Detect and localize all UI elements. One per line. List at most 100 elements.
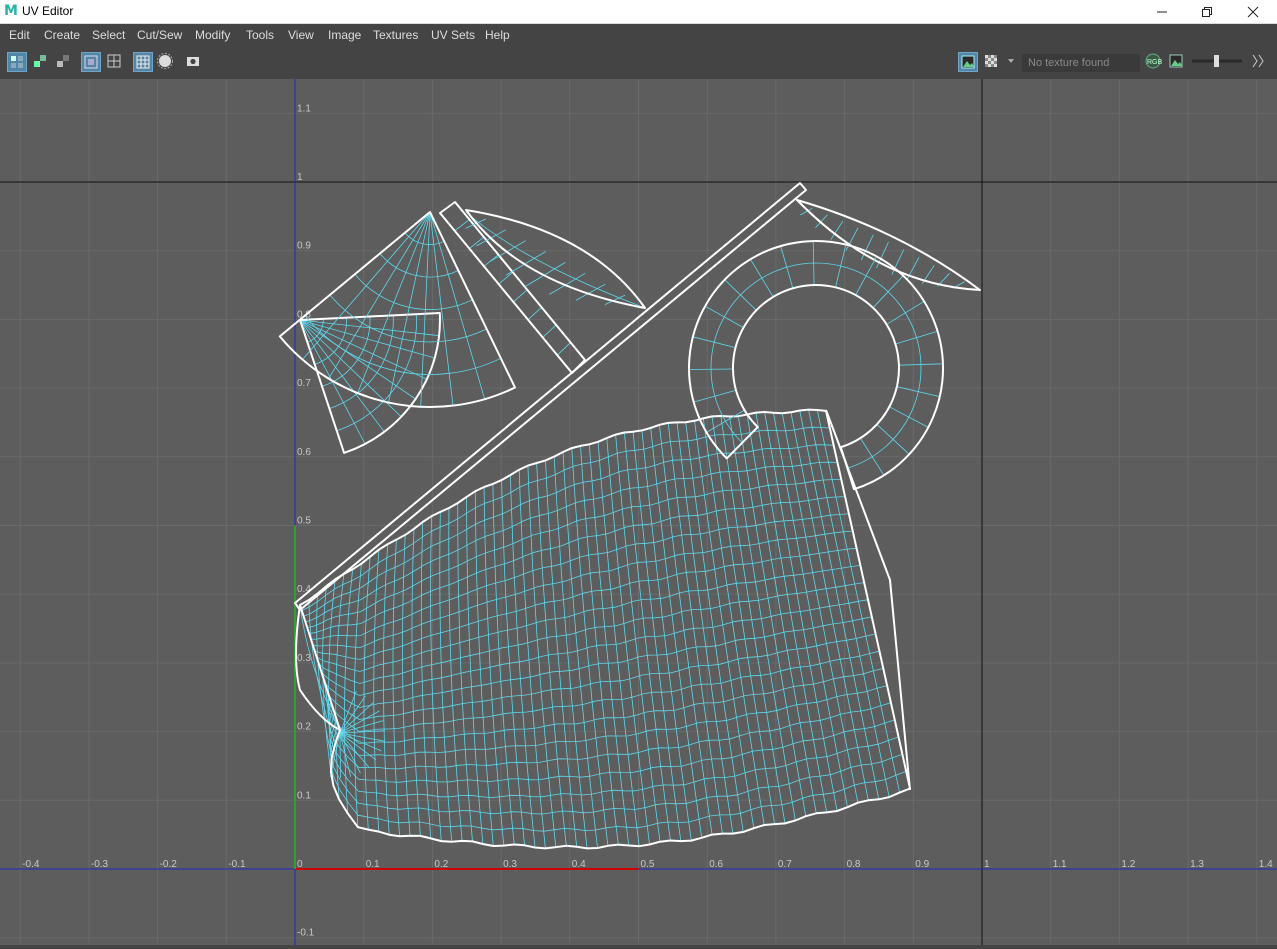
u-tick-label: 1.2 — [1121, 859, 1135, 870]
v-tick-label: 0.2 — [297, 722, 311, 733]
menu-textures[interactable]: Textures — [373, 28, 418, 42]
uv-edge — [429, 211, 486, 400]
u-tick-label: 1.4 — [1259, 859, 1273, 870]
uv-edge — [299, 319, 440, 337]
uv-edge — [328, 211, 431, 379]
uv-stack-icon — [57, 55, 69, 67]
v-tick-label: 0.7 — [297, 378, 311, 389]
shaded-toggle-button[interactable] — [156, 52, 176, 72]
uv-edge — [327, 685, 888, 756]
menu-edit[interactable]: Edit — [9, 28, 30, 42]
v-tick-label: 1 — [297, 172, 303, 183]
uv-shell-select-button[interactable] — [7, 52, 27, 72]
image-icon — [961, 55, 975, 69]
u-tick-label: 0.6 — [709, 859, 723, 870]
checker-dropdown[interactable] — [1005, 52, 1019, 72]
toolbar-expand-button[interactable] — [1249, 52, 1267, 72]
frame-all-button[interactable] — [81, 52, 101, 72]
menu-view[interactable]: View — [288, 28, 314, 42]
image-exposure-button[interactable] — [1167, 52, 1187, 72]
uv-shell-upper-disc[interactable] — [278, 211, 516, 408]
u-tick-label: 0.3 — [503, 859, 517, 870]
menu-cut-sew[interactable]: Cut/Sew — [137, 28, 182, 42]
minimize-icon — [1157, 11, 1167, 12]
minimize-button[interactable] — [1139, 0, 1185, 23]
menu-bar: Edit Create Select Cut/Sew Modify Tools … — [0, 24, 1277, 46]
uv-axis-labels: -0.4 -0.3 -0.2 -0.1 0 0.1 0.2 0.3 0.4 0.5 0.6 0.7 0.… — [22, 103, 1273, 938]
menu-select[interactable]: Select — [92, 28, 125, 42]
uv-edge — [299, 319, 385, 433]
uv-edge — [830, 220, 844, 240]
exposure-slider[interactable] — [1190, 52, 1246, 72]
uv-stack-button[interactable] — [54, 52, 74, 72]
checker-grid-button[interactable] — [133, 52, 153, 72]
uv-edge — [312, 530, 853, 648]
uv-edge — [339, 695, 366, 734]
uv-edge — [513, 289, 528, 303]
uv-edge — [354, 273, 473, 310]
uv-edge — [379, 253, 459, 278]
uv-canvas[interactable]: -0.4 -0.3 -0.2 -0.1 0 0.1 0.2 0.3 0.4 0.5 0.6 0.7 0.… — [0, 79, 1277, 945]
close-button[interactable] — [1230, 0, 1276, 23]
u-tick-label: -0.4 — [22, 859, 40, 870]
menu-create[interactable]: Create — [44, 28, 80, 42]
uv-viewport[interactable]: -0.4 -0.3 -0.2 -0.1 0 0.1 0.2 0.3 0.4 0.5 0.6 0.7 0.… — [0, 79, 1277, 945]
u-tick-label: 0.4 — [572, 859, 586, 870]
menu-tools[interactable]: Tools — [246, 28, 274, 42]
uv-edge — [429, 211, 454, 406]
uv-edge — [357, 211, 431, 394]
grid-lines-icon — [136, 55, 150, 69]
grid-toggle-button[interactable] — [105, 52, 125, 72]
close-icon — [1247, 6, 1259, 17]
frame-icon — [84, 55, 98, 69]
u-tick-label: 1.1 — [1053, 859, 1067, 870]
u-tick-label: 0.5 — [641, 859, 655, 870]
restore-button[interactable] — [1184, 0, 1230, 23]
u-tick-label: 0.7 — [778, 859, 792, 870]
menu-help[interactable]: Help — [485, 28, 510, 42]
window-title: UV Editor — [22, 4, 74, 18]
restore-icon — [1202, 6, 1212, 17]
camera-icon — [187, 57, 199, 66]
uv-edge — [330, 724, 907, 832]
uv-shell-petal-right[interactable] — [796, 199, 981, 291]
v-tick-label: 0.3 — [297, 653, 311, 664]
checker-tile-button[interactable] — [982, 52, 1002, 72]
v-tick-label: 0.1 — [297, 790, 311, 801]
uv-edge — [542, 324, 557, 338]
uv-edge — [527, 307, 542, 320]
uv-edge — [339, 732, 385, 742]
sphere-icon — [157, 53, 173, 69]
texture-name-field[interactable]: No texture found — [1022, 54, 1140, 72]
uv-shell-thin-blade[interactable] — [439, 201, 586, 374]
uv-edge — [454, 219, 470, 232]
uv-edge — [302, 211, 431, 360]
uv-edge — [710, 262, 922, 469]
uv-edge — [557, 342, 571, 356]
v-tick-label: 0.6 — [297, 447, 311, 458]
uv-shells[interactable] — [278, 182, 981, 850]
rgb-channel-button[interactable]: RGB — [1143, 52, 1163, 72]
snapshot-button[interactable] — [184, 52, 204, 72]
display-image-button[interactable] — [958, 52, 978, 72]
uv-edge — [335, 573, 345, 800]
menu-image[interactable]: Image — [328, 28, 361, 42]
u-tick-label: -0.1 — [228, 859, 246, 870]
uv-edge — [316, 565, 861, 672]
menu-modify[interactable]: Modify — [195, 28, 230, 42]
u-tick-label: 0.2 — [434, 859, 448, 870]
uv-edge — [339, 732, 341, 779]
menu-uv-sets[interactable]: UV Sets — [431, 28, 475, 42]
u-tick-label: 0.1 — [366, 859, 380, 870]
u-tick-label: 0 — [297, 859, 303, 870]
u-tick-label: -0.3 — [91, 859, 109, 870]
v-tick-label: 0.9 — [297, 241, 311, 252]
uv-edge — [301, 426, 830, 612]
v-tick-label: -0.1 — [297, 928, 315, 939]
u-tick-label: 0.9 — [915, 859, 929, 870]
u-tick-label: 1.3 — [1190, 859, 1204, 870]
uv-toggle-button[interactable] — [31, 52, 51, 72]
v-tick-label: 0.4 — [297, 584, 311, 595]
svg-text:RGB: RGB — [1147, 59, 1163, 66]
title-bar: M UV Editor — [0, 0, 1277, 24]
